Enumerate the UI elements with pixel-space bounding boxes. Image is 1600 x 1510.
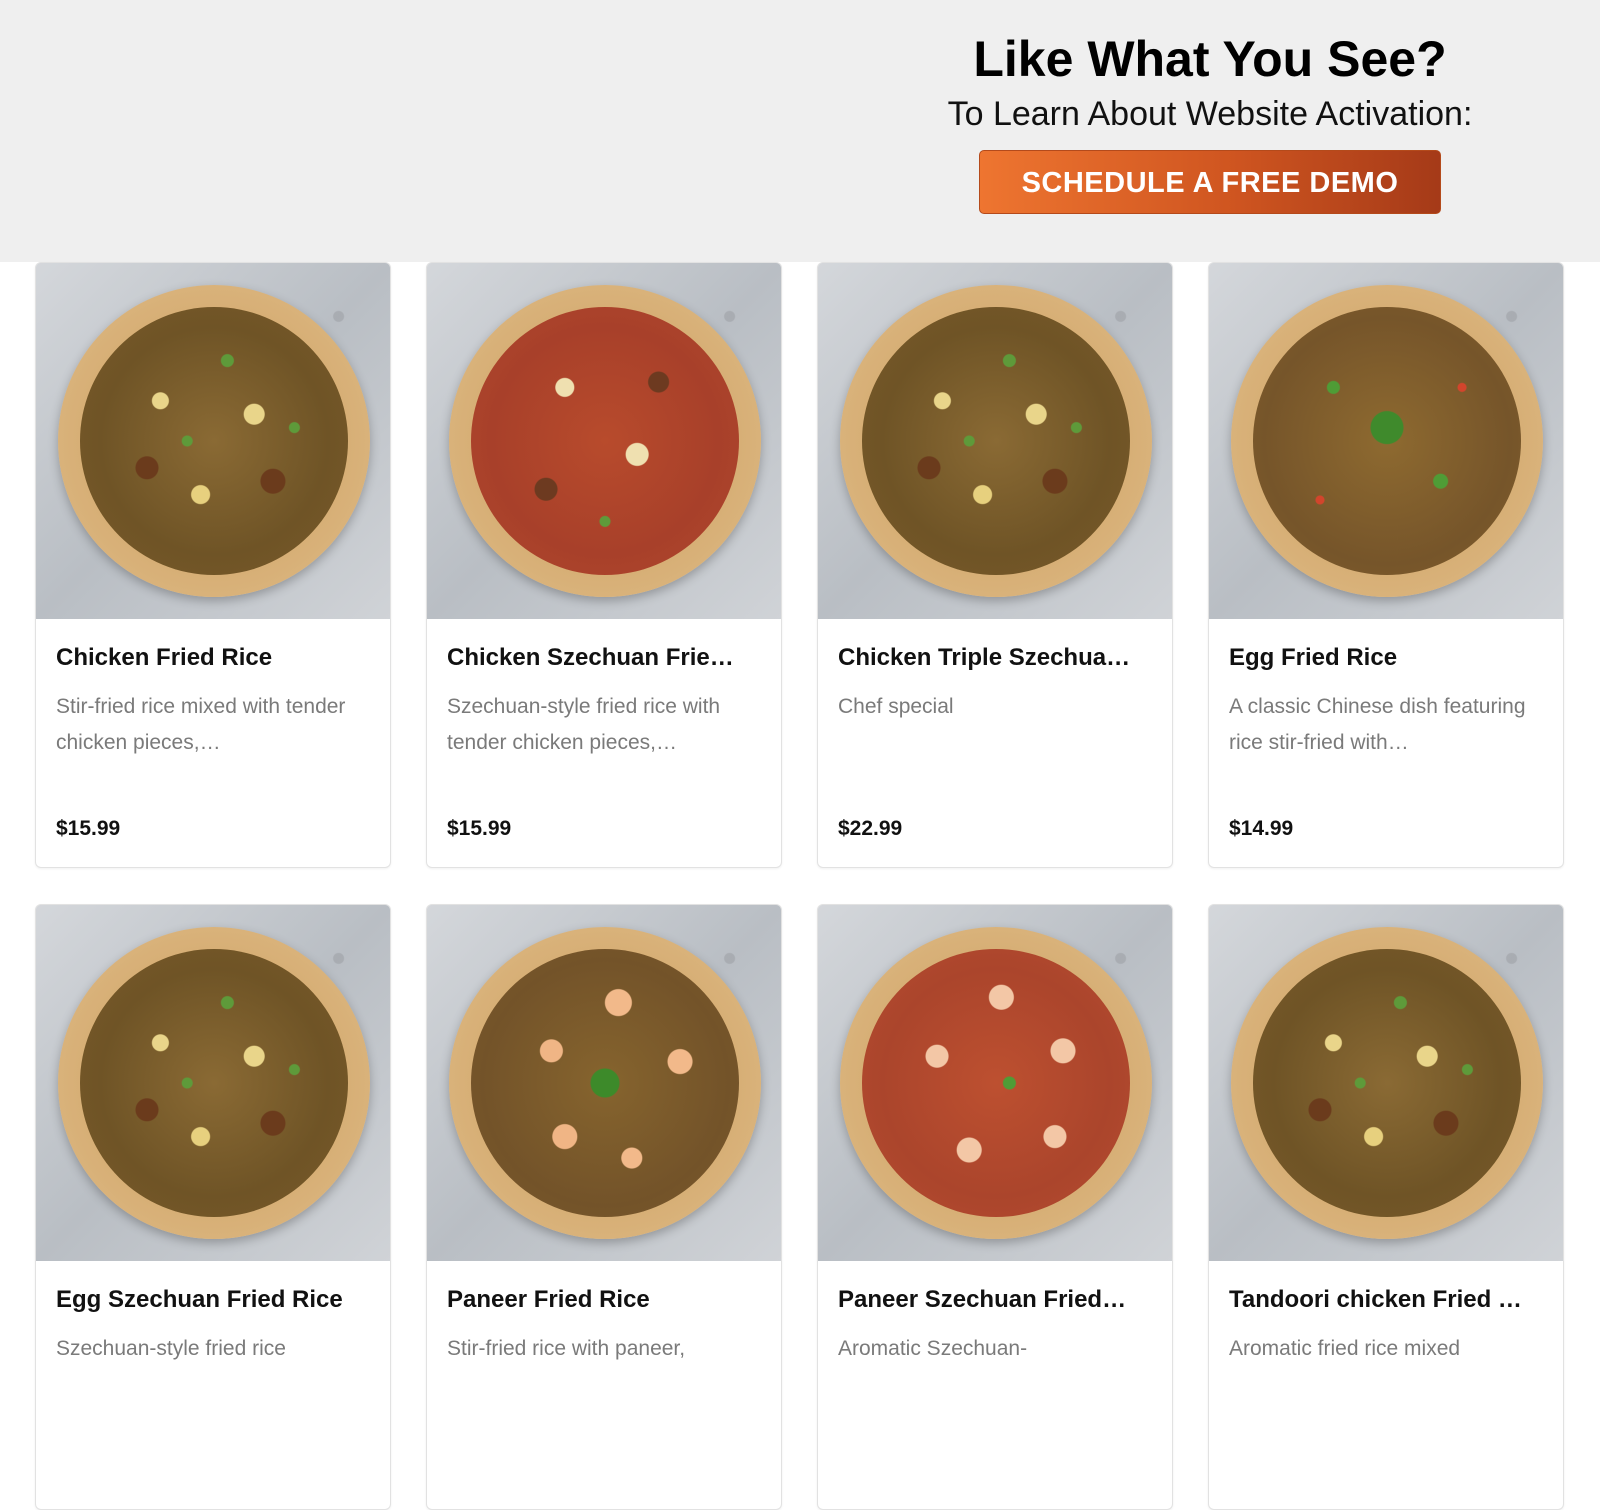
dish-name: Egg Szechuan Fried Rice — [56, 1286, 343, 1313]
promo-title: Like What You See? — [973, 31, 1447, 87]
dish-description: Aromatic Szechuan- — [838, 1337, 1028, 1360]
menu-item-card[interactable]: Paneer Fried Rice Stir-fried rice with p… — [426, 904, 782, 1510]
dish-name: Tandoori chicken Fried … — [1229, 1286, 1522, 1313]
dish-description: Szechuan-style fried rice — [56, 1337, 286, 1360]
schedule-demo-button[interactable]: SCHEDULE A FREE DEMO — [979, 150, 1441, 214]
dish-photo — [1209, 905, 1563, 1261]
rice-image — [1253, 307, 1521, 575]
dish-name: Paneer Szechuan Fried… — [838, 1286, 1127, 1313]
dish-photo — [427, 905, 781, 1261]
rice-image — [471, 307, 739, 575]
menu-item-card[interactable]: Chicken Fried Rice Stir-fried rice mixed… — [35, 262, 391, 868]
dish-description: Chef special — [838, 695, 954, 718]
promo-subtitle: To Learn About Website Activation: — [947, 95, 1473, 133]
rice-image — [471, 949, 739, 1217]
menu-item-card[interactable]: Chicken Szechuan Frie… Szechuan-style fr… — [426, 262, 782, 868]
menu-item-card[interactable]: Tandoori chicken Fried … Aromatic fried … — [1208, 904, 1564, 1510]
dish-name: Chicken Szechuan Frie… — [447, 644, 734, 671]
rice-image — [862, 949, 1130, 1217]
dish-photo — [1209, 263, 1563, 619]
dish-price: $22.99 — [838, 817, 903, 840]
dish-description: Szechuan-style fried rice with tender ch… — [447, 695, 721, 754]
dish-photo — [36, 263, 390, 619]
rice-image — [80, 307, 348, 575]
promo-content: Like What You See? To Learn About Websit… — [900, 0, 1520, 214]
dish-photo — [427, 263, 781, 619]
menu-item-card[interactable]: Paneer Szechuan Fried… Aromatic Szechuan… — [817, 904, 1173, 1510]
promo-banner: Like What You See? To Learn About Websit… — [0, 0, 1600, 262]
dish-photo — [36, 905, 390, 1261]
rice-image — [1253, 949, 1521, 1217]
dish-photo — [818, 905, 1172, 1261]
menu-item-card[interactable]: Egg Fried Rice A classic Chinese dish fe… — [1208, 262, 1564, 868]
dish-name: Chicken Triple Szechua… — [838, 644, 1131, 671]
rice-image — [862, 307, 1130, 575]
dish-price: $14.99 — [1229, 817, 1294, 840]
dish-description: Stir-fried rice mixed with tender chicke… — [56, 695, 346, 754]
menu-item-card[interactable]: Egg Szechuan Fried Rice Szechuan-style f… — [35, 904, 391, 1510]
dish-price: $15.99 — [447, 817, 512, 840]
dish-name: Chicken Fried Rice — [56, 644, 273, 671]
dish-description: Aromatic fried rice mixed — [1229, 1337, 1461, 1360]
rice-image — [80, 949, 348, 1217]
dish-name: Paneer Fried Rice — [447, 1286, 650, 1313]
dish-description: A classic Chinese dish featuring rice st… — [1229, 695, 1526, 754]
menu-item-card[interactable]: Chicken Triple Szechua… Chef special $22… — [817, 262, 1173, 868]
dish-description: Stir-fried rice with paneer, — [447, 1337, 686, 1360]
dish-photo — [818, 263, 1172, 619]
dish-price: $15.99 — [56, 817, 121, 840]
dish-name: Egg Fried Rice — [1229, 644, 1398, 671]
